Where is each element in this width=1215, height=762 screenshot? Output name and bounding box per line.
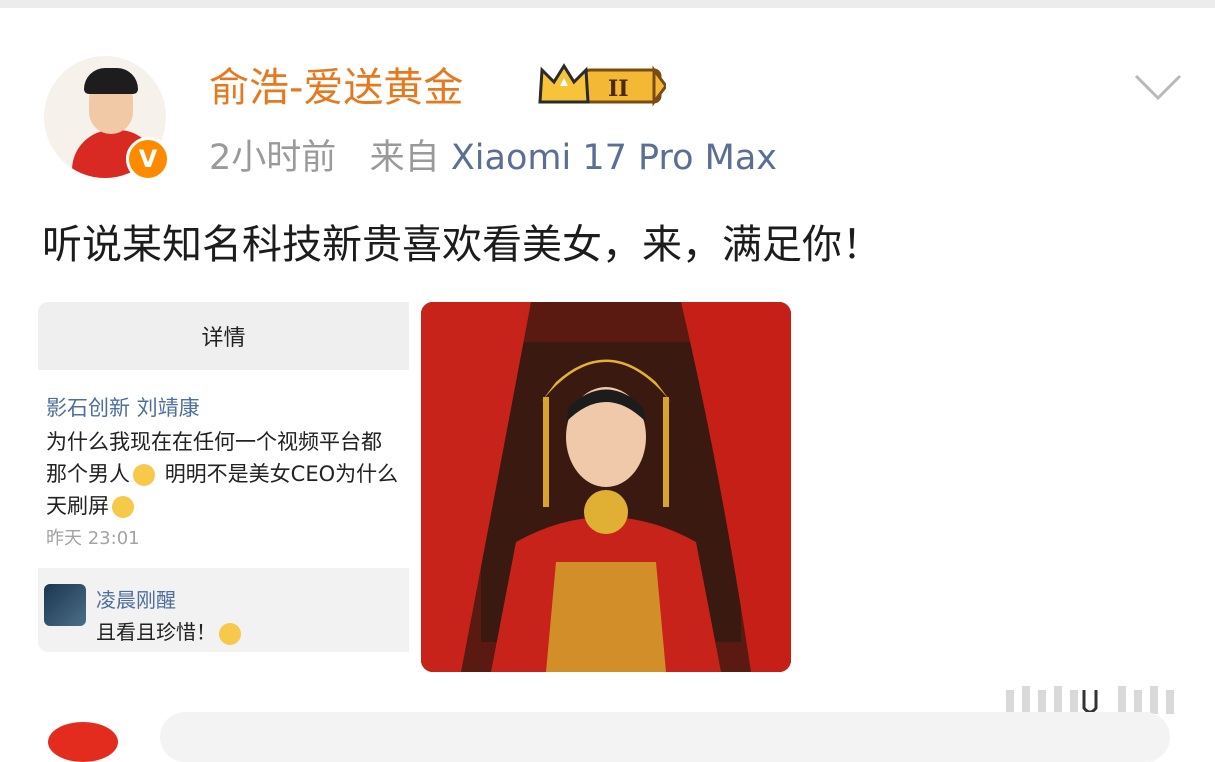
chevron-down-icon[interactable] [1132,70,1184,104]
verified-mark: V [138,145,158,173]
reply-text: 且看且珍惜！ [96,616,244,645]
emoji-icon [219,622,241,645]
photo-image-2[interactable] [421,302,791,672]
screenshot-image-1[interactable]: 详情 影石创新 刘靖康 为什么我现在在任何一个视频平台都 那个男人 明明不是美女… [38,302,409,652]
card-header: 详情 [38,302,409,370]
verified-badge-icon: V [126,137,170,181]
reply-text-content: 且看且珍惜！ [96,620,216,644]
reply-name: 凌晨刚醒 [96,588,176,612]
card-reply: 凌晨刚醒 且看且珍惜！ [38,568,409,652]
card-author: 影石创新 刘靖康 [46,396,200,420]
top-divider [0,0,1215,8]
device-link[interactable]: Xiaomi 17 Pro Max [451,138,777,178]
comment-input[interactable] [160,712,1170,762]
emoji-icon [133,464,155,486]
photo-illustration [421,302,791,672]
crown-level-icon[interactable]: II [536,62,666,110]
badge-level: II [608,76,629,102]
card-line-3a: 天刷屏 [46,494,109,518]
card-line-2b: 明明不是美女CEO为什么 [164,462,399,486]
card-line-2a: 那个男人 [46,462,130,486]
card-message: 为什么我现在在任何一个视频平台都 那个男人 明明不是美女CEO为什么 天刷屏 [46,426,398,522]
post-time: 2小时前 [209,138,337,178]
emoji-icon [112,496,134,518]
post-meta: 2小时前 来自 Xiaomi 17 Pro Max [209,134,777,182]
avatar-hair [84,68,138,94]
post-text: 听说某知名科技新贵喜欢看美女，来，满足你！ [42,222,882,268]
username[interactable]: 俞浩-爱送黄金 [209,62,463,114]
card-line-1: 为什么我现在在任何一个视频平台都 [46,430,382,454]
card-line-3: 天刷屏 [46,490,398,522]
reply-avatar [44,584,86,626]
source-prefix: 来自 [369,138,440,178]
card-line-2: 那个男人 明明不是美女CEO为什么 [46,458,398,490]
comment-avatar[interactable] [48,722,118,762]
card-time: 昨天 23:01 [46,528,140,549]
